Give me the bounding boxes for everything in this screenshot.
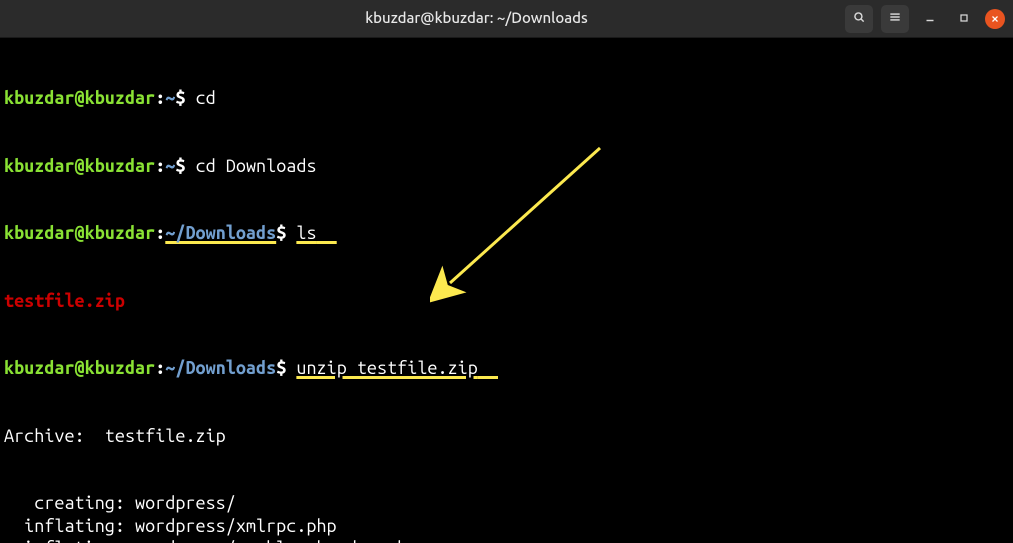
unzip-entry: inflating: wordpress/xmlrpc.php <box>4 515 1009 538</box>
prompt-path-home: ~ <box>165 88 175 108</box>
command-cd-text: cd <box>196 88 216 108</box>
prompt-sigil: $ <box>276 358 286 378</box>
prompt-line-1: kbuzdar@kbuzdar:~$ cd <box>4 87 1009 110</box>
command-cd-downloads <box>185 156 195 176</box>
prompt-line-4: kbuzdar@kbuzdar:~/Downloads$ unzip testf… <box>4 357 1009 380</box>
maximize-icon <box>958 7 970 30</box>
prompt-sep: : <box>155 358 165 378</box>
archive-line: Archive: testfile.zip <box>4 425 1009 448</box>
prompt-line-3: kbuzdar@kbuzdar:~/Downloads$ ls <box>4 222 1009 245</box>
command-cd <box>185 88 195 108</box>
prompt-line-2: kbuzdar@kbuzdar:~$ cd Downloads <box>4 155 1009 178</box>
prompt-sep: : <box>155 88 165 108</box>
ls-output: testfile.zip <box>4 290 1009 313</box>
unzip-entries: creating: wordpress/ inflating: wordpres… <box>4 492 1009 543</box>
command-unzip: unzip testfile.zip <box>296 358 477 378</box>
titlebar: kbuzdar@kbuzdar: ~/Downloads <box>0 0 1013 38</box>
unzip-entry: creating: wordpress/ <box>4 492 1009 515</box>
minimize-button[interactable] <box>917 6 943 32</box>
prompt-path-downloads: ~/Downloads <box>165 223 276 243</box>
prompt-sigil: $ <box>175 156 185 176</box>
unzip-entry: inflating: wordpress/wp-blog-header.php <box>4 537 1009 543</box>
command-ls: ls <box>296 223 316 243</box>
prompt-sigil: $ <box>276 223 286 243</box>
minimize-icon <box>923 7 937 30</box>
prompt-userhost: kbuzdar@kbuzdar <box>4 88 155 108</box>
prompt-userhost: kbuzdar@kbuzdar <box>4 156 155 176</box>
maximize-button[interactable] <box>951 6 977 32</box>
prompt-sep: : <box>155 156 165 176</box>
prompt-path-home: ~ <box>165 156 175 176</box>
archive-text: Archive: testfile.zip <box>4 426 226 446</box>
command-cd-downloads-text: cd Downloads <box>196 156 317 176</box>
terminal-area[interactable]: kbuzdar@kbuzdar:~$ cd kbuzdar@kbuzdar:~$… <box>0 38 1013 543</box>
prompt-sigil: $ <box>175 88 185 108</box>
prompt-path-downloads: ~/Downloads <box>165 358 276 378</box>
prompt-sep: : <box>155 223 165 243</box>
menu-button[interactable] <box>881 5 909 33</box>
hamburger-icon <box>888 7 902 30</box>
prompt-userhost: kbuzdar@kbuzdar <box>4 358 155 378</box>
close-button[interactable] <box>985 9 1005 29</box>
prompt-userhost: kbuzdar@kbuzdar <box>4 223 155 243</box>
search-button[interactable] <box>845 5 873 33</box>
window-title: kbuzdar@kbuzdar: ~/Downloads <box>108 9 845 28</box>
close-icon <box>990 7 1000 30</box>
ls-file-zip: testfile.zip <box>4 291 125 311</box>
titlebar-controls <box>845 5 1005 33</box>
search-icon <box>852 7 866 30</box>
